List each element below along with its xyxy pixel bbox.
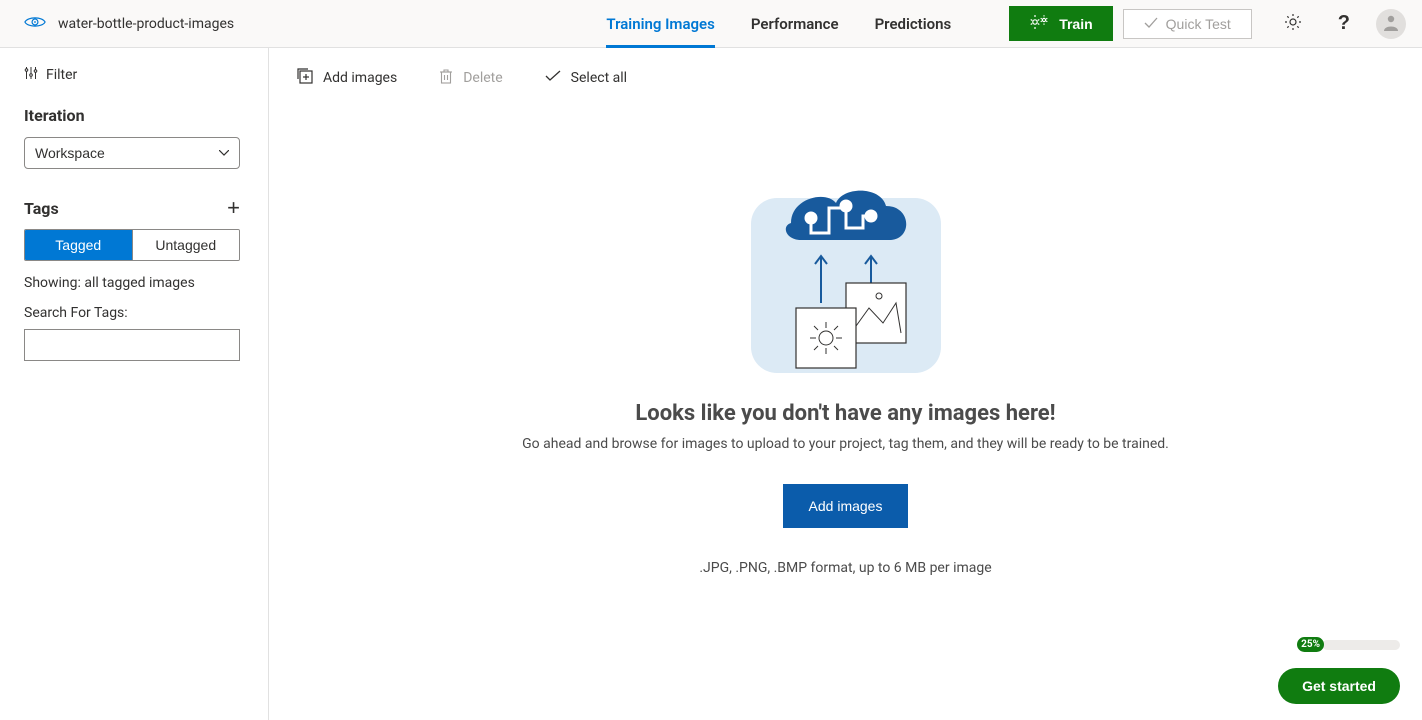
- help-button[interactable]: ?: [1332, 6, 1356, 41]
- progress-track: [1322, 640, 1400, 650]
- image-toolbar: Add images Delete Select all: [269, 48, 1422, 108]
- quick-test-button[interactable]: Quick Test: [1123, 9, 1252, 39]
- quick-test-label: Quick Test: [1166, 16, 1231, 32]
- onboarding-progress: 25%: [1297, 637, 1400, 652]
- train-button[interactable]: Train: [1009, 6, 1112, 41]
- add-images-action[interactable]: Add images: [297, 68, 397, 88]
- question-icon: ?: [1338, 12, 1350, 35]
- filter-label: Filter: [46, 67, 77, 83]
- iteration-select[interactable]: Workspace: [24, 137, 240, 169]
- empty-hint: .JPG, .PNG, .BMP format, up to 6 MB per …: [699, 560, 991, 576]
- iteration-heading: Iteration: [24, 106, 244, 125]
- select-all-action[interactable]: Select all: [545, 70, 627, 86]
- empty-illustration: [751, 168, 941, 377]
- gear-icon: [1284, 13, 1302, 34]
- tag-filter-segmented: Tagged Untagged: [24, 229, 240, 261]
- search-tags-label: Search For Tags:: [24, 305, 244, 321]
- select-all-label: Select all: [571, 70, 627, 86]
- tab-training-images[interactable]: Training Images: [588, 0, 732, 48]
- progress-percent: 25%: [1297, 637, 1324, 652]
- tab-predictions[interactable]: Predictions: [857, 0, 970, 48]
- add-images-button[interactable]: Add images: [783, 484, 909, 528]
- search-tags-input[interactable]: [24, 329, 240, 361]
- add-tag-button[interactable]: +: [227, 197, 240, 219]
- plus-icon: +: [227, 195, 240, 220]
- filter-toggle[interactable]: Filter: [24, 66, 244, 84]
- train-label: Train: [1059, 16, 1092, 32]
- delete-action: Delete: [439, 68, 502, 88]
- sliders-icon: [24, 66, 38, 84]
- main-content: Add images Delete Select all: [269, 48, 1422, 720]
- header-bar: water-bottle-product-images Training Ima…: [0, 0, 1422, 48]
- person-icon: [1381, 12, 1401, 36]
- tags-heading: Tags: [24, 199, 59, 218]
- delete-label: Delete: [463, 70, 502, 86]
- nav-tabs: Training Images Performance Predictions: [588, 0, 969, 48]
- user-avatar[interactable]: [1376, 9, 1406, 39]
- empty-subtitle: Go ahead and browse for images to upload…: [522, 436, 1169, 452]
- settings-button[interactable]: [1278, 7, 1308, 40]
- showing-text: Showing: all tagged images: [24, 275, 244, 291]
- sidebar: Filter Iteration Workspace Tags + Tagged…: [0, 48, 269, 720]
- tab-performance[interactable]: Performance: [733, 0, 857, 48]
- vision-eye-icon: [24, 15, 46, 33]
- check-icon: [1144, 16, 1158, 32]
- untagged-segment[interactable]: Untagged: [132, 230, 240, 260]
- trash-icon: [439, 68, 453, 88]
- check-icon: [545, 70, 561, 86]
- empty-title: Looks like you don't have any images her…: [635, 401, 1055, 426]
- add-images-label: Add images: [323, 70, 397, 86]
- empty-state: Looks like you don't have any images her…: [269, 168, 1422, 576]
- add-image-icon: [297, 68, 313, 88]
- get-started-button[interactable]: Get started: [1278, 668, 1400, 704]
- tagged-segment[interactable]: Tagged: [25, 230, 132, 260]
- gears-icon: [1029, 14, 1049, 33]
- project-name: water-bottle-product-images: [58, 16, 234, 32]
